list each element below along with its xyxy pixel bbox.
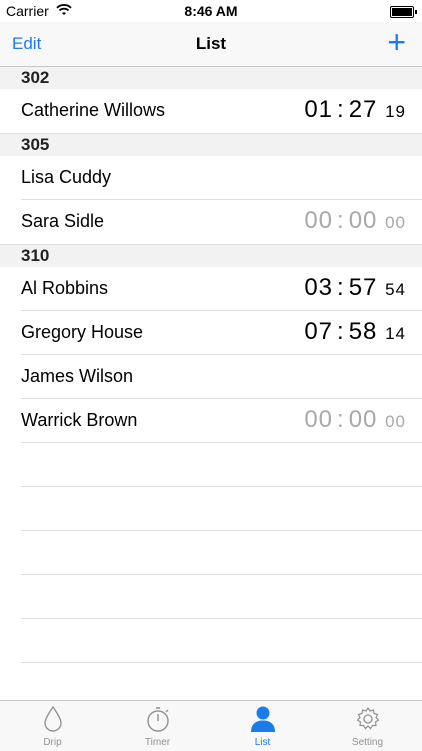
list-item[interactable]: Lisa Cuddy [0,156,422,200]
list-item[interactable]: Sara Sidle 00:00 00 [0,200,422,245]
stopwatch-icon [105,705,210,735]
empty-row [0,443,422,487]
tab-label: Timer [144,737,171,748]
tab-label: Setting [351,737,384,748]
item-name: James Wilson [21,366,134,386]
tab-label: Drip [43,737,62,748]
patient-list: 302 Catherine Willows 01:27 19 305 Lisa … [0,67,422,663]
person-icon [210,705,315,735]
drop-icon [0,705,105,735]
empty-row [0,531,422,575]
status-bar: Carrier 8:46 AM [0,0,422,22]
timer-colon: : [337,318,345,345]
page-title: List [195,34,227,53]
empty-row [0,619,422,663]
item-timer: 03:57 54 [304,274,406,302]
tab-label: List [254,737,271,748]
timer-seconds: 57 [348,274,378,301]
timer-seconds: 00 [348,207,378,234]
list-item[interactable]: James Wilson [0,355,422,399]
item-name: Catherine Willows [21,100,166,120]
list-item[interactable]: Gregory House 07:58 14 [0,311,422,355]
timer-colon: : [337,406,345,433]
list-item[interactable]: Al Robbins 03:57 54 [0,267,422,311]
item-name: Warrick Brown [21,410,138,430]
section-header: 302 [0,67,422,89]
timer-colon: : [337,207,345,234]
timer-hundredths: 00 [385,213,406,232]
item-name: Sara Sidle [21,211,105,231]
item-timer: 00:00 00 [304,207,406,235]
section-header: 305 [0,134,422,156]
battery-icon [390,6,417,18]
timer-minutes: 00 [304,207,334,234]
timer-hundredths: 19 [385,102,406,121]
tab-setting[interactable]: Setting [315,701,420,751]
timer-minutes: 07 [304,318,334,345]
list-item[interactable]: Catherine Willows 01:27 19 [0,89,422,134]
section-header: 310 [0,245,422,267]
timer-minutes: 01 [304,96,334,123]
timer-minutes: 03 [304,274,334,301]
timer-colon: : [337,96,345,123]
status-time: 8:46 AM [184,3,238,19]
timer-seconds: 00 [348,406,378,433]
navigation-bar: Edit List + [0,22,422,67]
gear-icon [315,705,420,735]
timer-hundredths: 14 [385,324,406,343]
tab-bar: Drip Timer List Setting [0,700,422,751]
tab-timer[interactable]: Timer [105,701,210,751]
item-name: Al Robbins [21,278,109,298]
timer-hundredths: 00 [385,412,406,431]
list-item[interactable]: Warrick Brown 00:00 00 [0,399,422,443]
item-name: Gregory House [21,322,144,342]
timer-colon: : [337,274,345,301]
item-name: Lisa Cuddy [21,167,112,187]
item-timer: 00:00 00 [304,406,406,434]
tab-list[interactable]: List [210,701,315,751]
timer-minutes: 00 [304,406,334,433]
timer-seconds: 27 [348,96,378,123]
tab-drip[interactable]: Drip [0,701,105,751]
timer-seconds: 58 [348,318,378,345]
timer-hundredths: 54 [385,280,406,299]
add-button[interactable]: + [387,26,406,58]
item-timer: 07:58 14 [304,318,406,346]
item-timer: 01:27 19 [304,96,406,124]
empty-row [0,487,422,531]
empty-row [0,575,422,619]
